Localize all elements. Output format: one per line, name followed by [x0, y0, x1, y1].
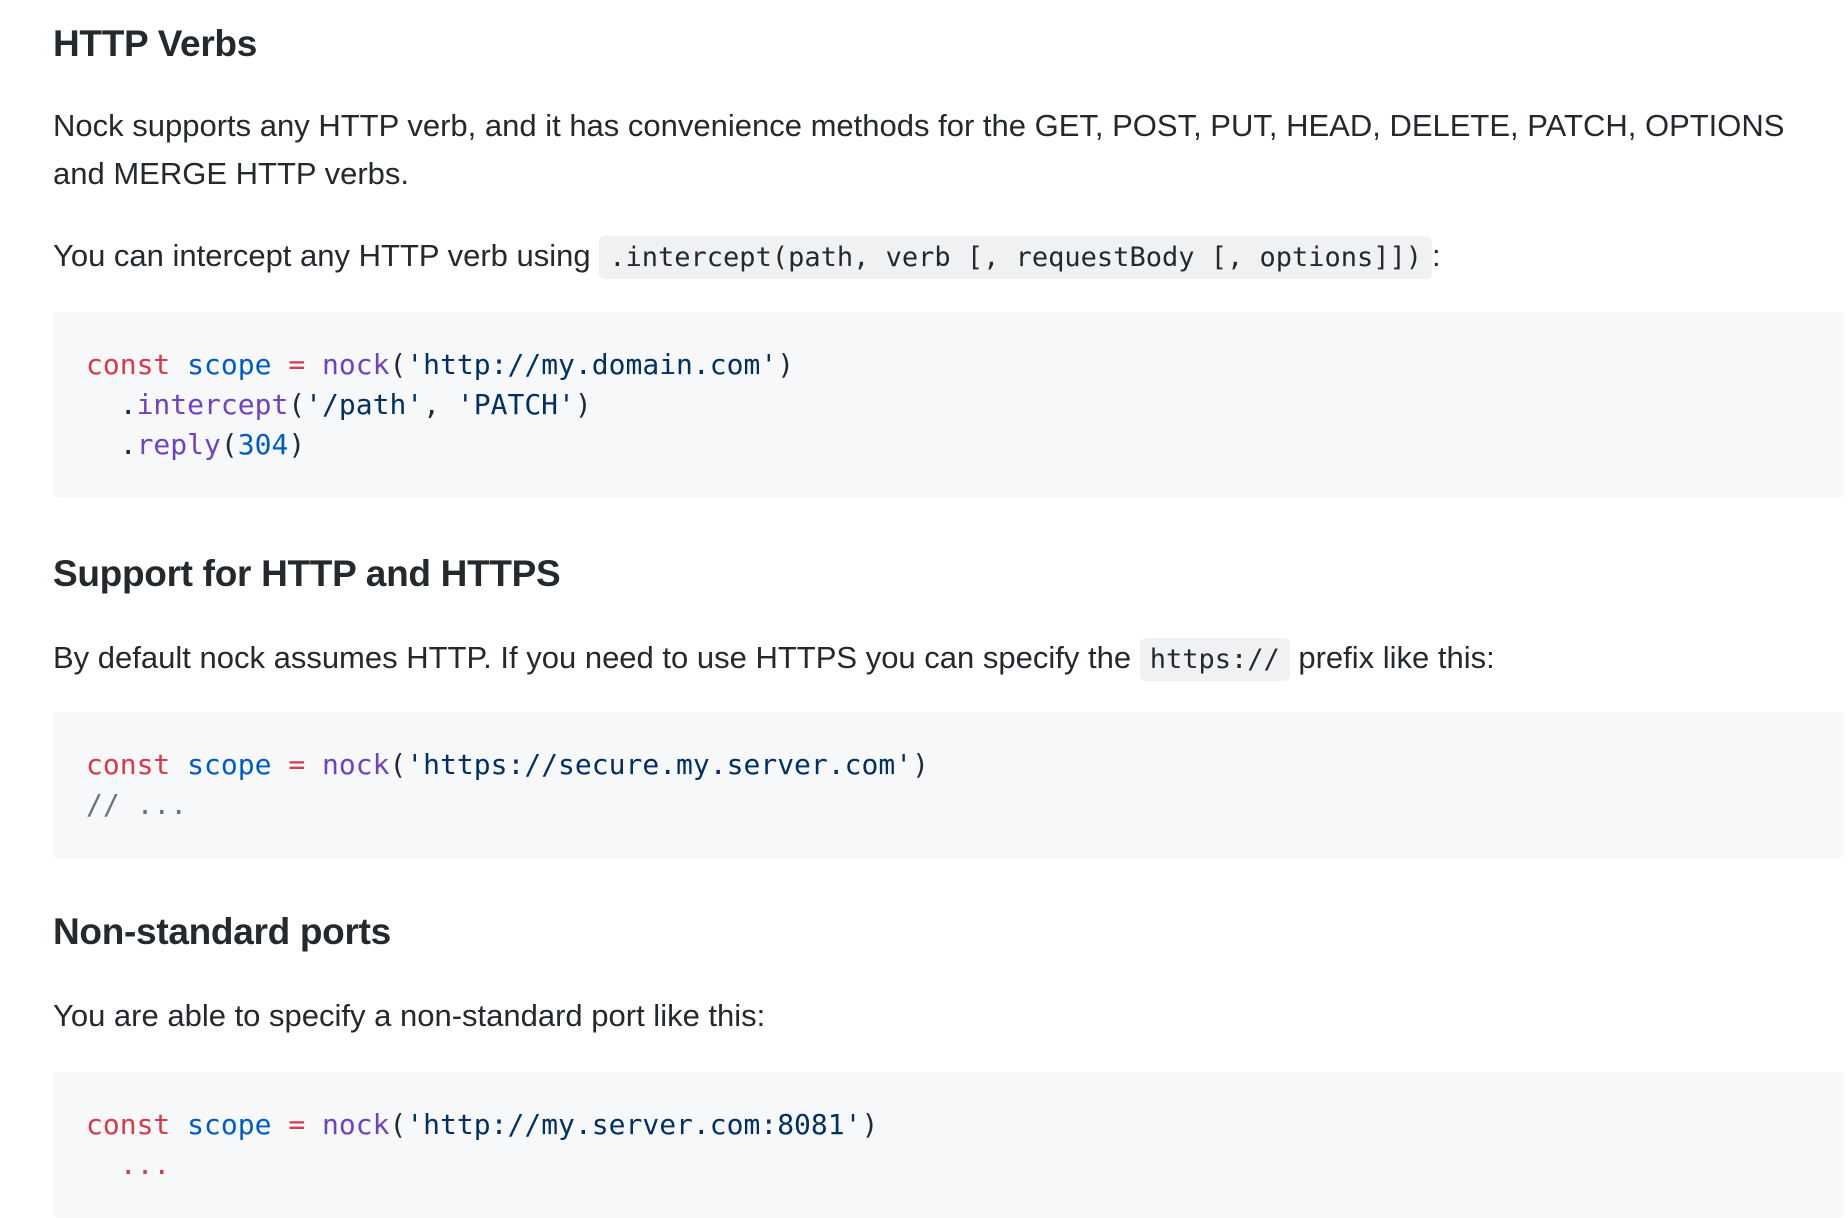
code-number: 304	[237, 428, 289, 461]
paragraph-https: By default nock assumes HTTP. If you nee…	[53, 634, 1495, 684]
code-block-intercept: const scope = nock('http://my.domain.com…	[53, 312, 1844, 498]
code-keyword: const	[86, 348, 171, 381]
code-paren: )	[912, 748, 929, 781]
code-paren: (	[389, 1108, 407, 1141]
code-function: intercept	[136, 388, 289, 421]
code-operator: =	[288, 348, 306, 381]
paragraph-intercept-colon: :	[1432, 238, 1441, 273]
paragraph-ports: You are able to specify a non-standard p…	[53, 998, 766, 1033]
code-block-https: const scope = nock('https://secure.my.se…	[53, 712, 1844, 859]
heading-http-https: Support for HTTP and HTTPS	[53, 553, 561, 594]
code-operator: =	[288, 748, 306, 781]
code-paren: )	[777, 348, 795, 381]
code-function: nock	[322, 748, 390, 781]
paragraph-intercept: You can intercept any HTTP verb using .i…	[53, 232, 1441, 282]
code-variable: scope	[187, 348, 272, 381]
code-operator: =	[288, 1108, 306, 1141]
code-string: '/path'	[305, 388, 424, 421]
code-variable: scope	[187, 748, 272, 781]
code-paren: )	[861, 1108, 879, 1141]
code-ellipsis: ...	[119, 1148, 171, 1181]
code-string: 'http://my.server.com:8081'	[406, 1108, 862, 1141]
code-string: 'PATCH'	[456, 388, 575, 421]
code-paren: (	[288, 388, 306, 421]
code-variable: scope	[187, 1108, 272, 1141]
code-indent: .	[86, 428, 137, 461]
code-function: nock	[322, 1108, 390, 1141]
code-comment: // ...	[86, 788, 188, 821]
code-block-ports: const scope = nock('http://my.server.com…	[53, 1072, 1844, 1218]
inline-code-intercept: .intercept(path, verb [, requestBody [, …	[599, 236, 1433, 279]
code-keyword: const	[86, 748, 171, 781]
code-paren: (	[220, 428, 238, 461]
code-paren: (	[389, 748, 407, 781]
code-comma: ,	[423, 388, 457, 421]
paragraph-https-text: By default nock assumes HTTP. If you nee…	[53, 640, 1140, 675]
code-string: 'http://my.domain.com'	[406, 348, 778, 381]
code-paren: (	[389, 348, 407, 381]
inline-code-https: https://	[1139, 638, 1290, 681]
code-string: 'https://secure.my.server.com'	[406, 748, 913, 781]
heading-http-verbs: HTTP Verbs	[53, 23, 258, 64]
paragraph-intercept-text: You can intercept any HTTP verb using	[53, 238, 600, 273]
code-paren: )	[574, 388, 592, 421]
paragraph-https-suffix: prefix like this:	[1289, 640, 1495, 675]
code-function: nock	[322, 348, 390, 381]
code-keyword: const	[86, 1108, 171, 1141]
paragraph-verbs-intro: Nock supports any HTTP verb, and it has …	[53, 108, 1785, 191]
code-paren: )	[288, 428, 306, 461]
heading-non-standard-ports: Non-standard ports	[53, 911, 391, 952]
code-indent: .	[86, 388, 137, 421]
code-function: reply	[136, 428, 221, 461]
